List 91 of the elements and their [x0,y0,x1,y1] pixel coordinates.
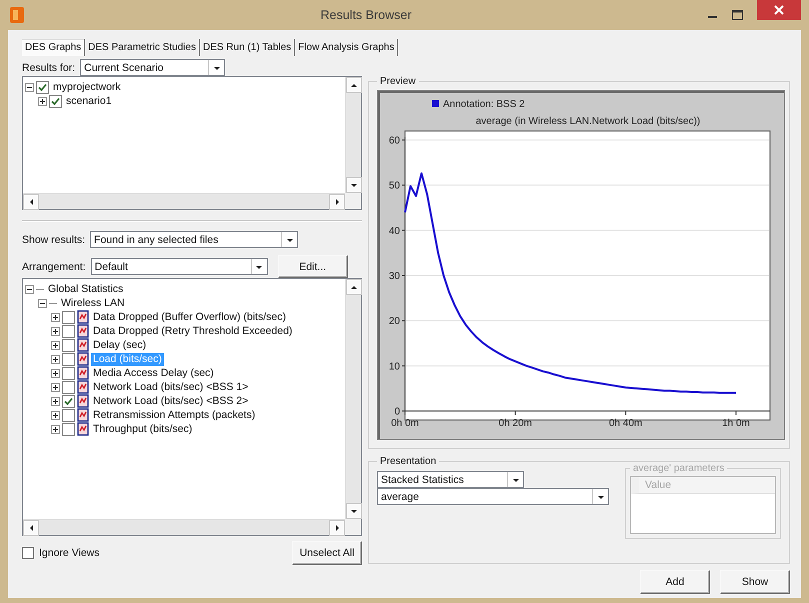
action-button[interactable]: Add [640,570,710,594]
arrangement-dropdown[interactable]: Default [90,258,268,275]
checkbox[interactable] [62,408,75,422]
scenario-dropdown[interactable]: Current Scenario [80,59,226,76]
expand-icon[interactable] [51,368,60,378]
axis-tick-label: 30 [388,271,400,282]
close-icon [774,5,784,15]
tree-item[interactable]: Delay (sec) [91,338,148,352]
unselect-all-button[interactable]: Unselect All [292,541,362,565]
axis-tick-label: 60 [388,136,400,146]
scrollbar-corner [345,519,361,535]
checkbox[interactable] [62,324,75,338]
collapse-icon[interactable] [25,82,34,92]
collapse-icon[interactable] [38,298,47,308]
checkbox[interactable] [62,310,75,324]
statistic-icon [77,394,89,408]
checkbox[interactable] [62,422,75,436]
show-results-label: Show results: [22,234,86,246]
tab[interactable]: Flow Analysis Graphs [295,39,398,56]
vertical-scrollbar[interactable] [345,279,361,519]
statistic-icon [77,310,89,324]
scrollbar-corner [345,193,361,209]
tree-item[interactable]: Network Load (bits/sec) <BSS 2> [91,394,250,408]
app-icon [10,7,24,23]
tree-item[interactable]: Global Statistics [46,282,126,296]
group-title: average' parameters [632,463,726,474]
tree-item[interactable]: Network Load (bits/sec) <BSS 1> [91,380,250,394]
tree-item[interactable]: myprojectwork [51,80,123,94]
checkbox[interactable] [36,80,49,94]
tree-item[interactable]: Media Access Delay (sec) [91,366,216,380]
tree-item[interactable]: Data Dropped (Buffer Overflow) (bits/sec) [91,310,288,324]
statistic-icon [77,366,89,380]
axis-tick-label: 50 [388,180,400,192]
axis-tick-label: 20 [388,316,400,328]
statistic-icon [77,408,89,422]
horizontal-scrollbar[interactable] [23,193,345,209]
checkbox[interactable] [49,94,62,108]
expand-icon[interactable] [51,340,60,350]
action-button[interactable]: Show [720,570,790,594]
axis-tick-label: 0h 20m [498,418,532,429]
close-button[interactable] [757,0,801,20]
axis-tick-label: 0h 40m [608,418,642,429]
axis-tick-label: 10 [388,361,400,372]
expand-icon[interactable] [51,354,60,364]
edit-button[interactable]: Edit... [278,255,348,278]
statistic-icon [77,338,89,352]
tree-item[interactable]: Data Dropped (Retry Threshold Exceeded) [91,324,294,338]
expand-icon[interactable] [51,382,60,392]
checkbox-label: Ignore Views [39,547,100,559]
vertical-scrollbar[interactable] [345,77,361,193]
window-title: Results Browser [320,8,412,22]
statistic-icon [77,324,89,338]
horizontal-scrollbar[interactable] [23,519,345,535]
expand-icon[interactable] [38,96,47,106]
axis-tick-label: 0h 0m [391,418,419,429]
collapse-icon[interactable] [25,284,34,294]
legend-label: Annotation: BSS 2 [443,99,525,110]
statistic-icon [77,380,89,394]
tab[interactable]: DES Run (1) Tables [200,39,296,56]
tab[interactable]: DES Graphs [22,39,86,56]
axis-tick-label: 1h 0m [722,418,750,429]
checkbox[interactable] [62,394,75,408]
statistic-icon [77,422,89,436]
arrangement-label: Arrangement: [22,260,86,272]
axis-tick-label: 0 [394,406,400,418]
group-title: Preview [379,76,417,87]
chart-title: average (in Wireless LAN.Network Load (bits/sec)) [476,116,700,127]
tree-item[interactable]: Wireless LAN [59,296,127,310]
expand-icon[interactable] [51,424,60,434]
axis-tick-label: 40 [388,226,400,237]
checkbox[interactable] [62,338,75,352]
checkbox[interactable] [22,547,34,559]
column-header: Value [631,477,775,494]
checkbox[interactable] [62,366,75,380]
expand-icon[interactable] [51,410,60,420]
checkbox[interactable] [62,352,75,366]
tree-item[interactable]: Throughput (bits/sec) [91,422,194,436]
presentation-dropdown[interactable]: Stacked Statistics [377,471,524,488]
expand-icon[interactable] [51,312,60,322]
tree-item[interactable]: Retransmission Attempts (packets) [91,408,258,422]
results-for-label: Results for: [22,62,76,74]
expand-icon[interactable] [51,326,60,336]
statistic-icon [77,352,89,366]
tree-item[interactable]: scenario1 [64,94,114,108]
maximize-icon[interactable] [732,10,743,20]
checkbox[interactable] [62,380,75,394]
expand-icon[interactable] [51,396,60,406]
tab[interactable]: DES Parametric Studies [85,39,200,56]
group-title: Presentation [379,456,438,467]
show-results-dropdown[interactable]: Found in any selected files [90,231,298,248]
statistic-filter-dropdown[interactable]: average [377,488,609,505]
